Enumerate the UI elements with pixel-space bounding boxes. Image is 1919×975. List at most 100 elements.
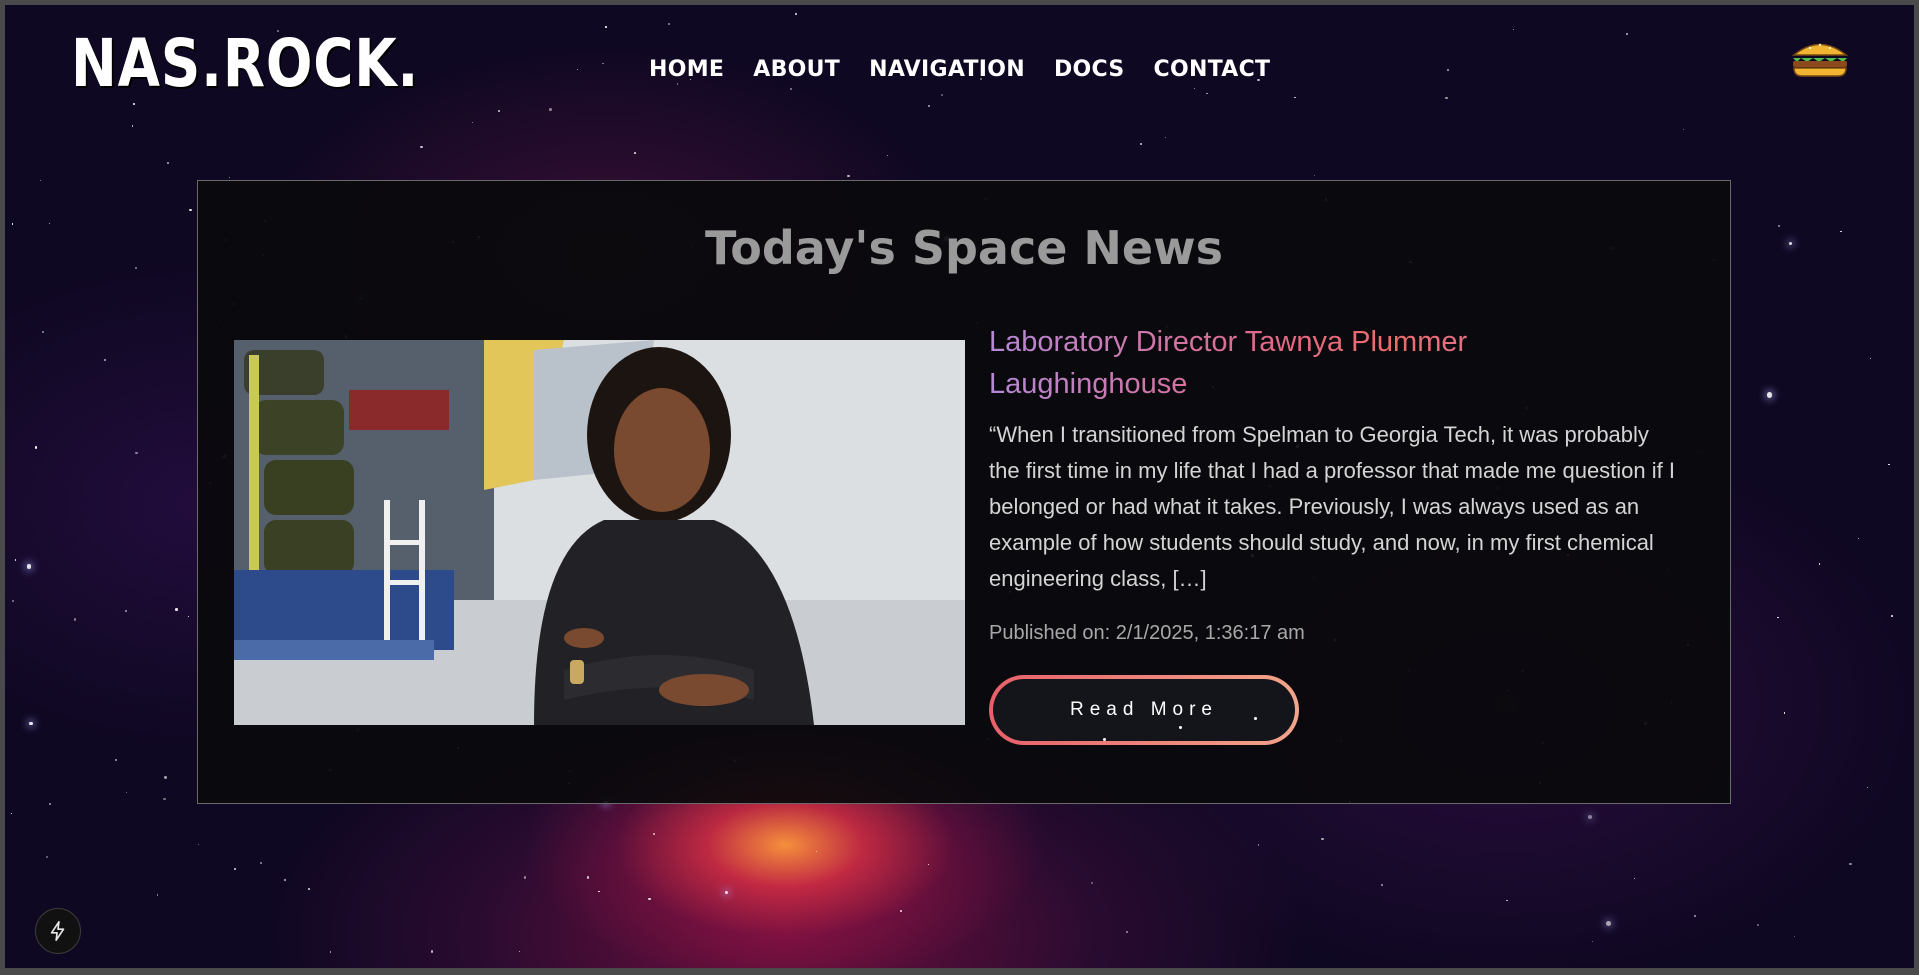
nav-contact[interactable]: CONTACT xyxy=(1154,57,1271,82)
star xyxy=(430,950,433,953)
nav-docs[interactable]: DOCS xyxy=(1054,57,1125,82)
star xyxy=(1257,844,1260,846)
star xyxy=(132,103,135,105)
star xyxy=(420,145,423,148)
star xyxy=(124,610,127,613)
star xyxy=(927,104,931,108)
sparkle-dot xyxy=(1103,738,1106,741)
star xyxy=(1445,96,1448,100)
star xyxy=(1381,884,1384,887)
star xyxy=(29,721,33,725)
hamburger-menu-icon[interactable] xyxy=(1790,38,1850,78)
star xyxy=(1694,915,1697,918)
star xyxy=(668,22,671,25)
star xyxy=(847,174,850,178)
star xyxy=(1447,69,1449,71)
star xyxy=(598,890,600,893)
star xyxy=(34,446,38,449)
article-excerpt: “When I transitioned from Spelman to Geo… xyxy=(989,422,1675,591)
star xyxy=(1866,786,1869,789)
star xyxy=(259,862,262,865)
star xyxy=(283,878,286,881)
star xyxy=(131,124,134,127)
star xyxy=(1818,563,1821,565)
star xyxy=(472,122,474,124)
star xyxy=(234,868,236,870)
lightning-bolt-icon[interactable] xyxy=(35,908,81,954)
sparkle-dot xyxy=(1179,726,1182,729)
star xyxy=(1139,142,1143,146)
star xyxy=(163,797,166,801)
star xyxy=(14,559,16,561)
nav-navigation[interactable]: NAVIGATION xyxy=(869,57,1025,82)
star xyxy=(1849,862,1852,865)
site-logo[interactable]: NAS.ROCK. xyxy=(71,25,419,102)
star xyxy=(49,802,51,805)
sparkle-dot xyxy=(1254,717,1257,720)
star xyxy=(229,177,231,179)
main-nav: HOME ABOUT NAVIGATION DOCS CONTACT xyxy=(649,57,1270,82)
star xyxy=(1633,877,1635,879)
star xyxy=(790,87,793,90)
star xyxy=(1888,463,1890,466)
star xyxy=(1294,96,1296,99)
star xyxy=(103,359,106,362)
star xyxy=(1314,174,1316,176)
star xyxy=(1683,129,1685,131)
star xyxy=(45,855,48,858)
nav-about[interactable]: ABOUT xyxy=(753,57,840,82)
article-title[interactable]: Laboratory Director Tawnya Plummer Laugh… xyxy=(989,321,1669,405)
article-image xyxy=(234,340,965,725)
star xyxy=(1777,224,1780,227)
nav-home[interactable]: HOME xyxy=(649,57,724,82)
star xyxy=(1587,814,1593,820)
star xyxy=(794,13,797,15)
star xyxy=(189,208,192,212)
star xyxy=(1206,92,1208,95)
star xyxy=(156,894,159,896)
star xyxy=(10,812,12,815)
star xyxy=(1756,924,1760,927)
star xyxy=(1091,882,1094,885)
star xyxy=(1794,936,1796,938)
star xyxy=(652,832,655,835)
page-background: NAS.ROCK. HOME ABOUT NAVIGATION DOCS CON… xyxy=(5,5,1914,968)
star xyxy=(1777,616,1779,619)
star xyxy=(1766,392,1772,398)
star xyxy=(586,876,589,879)
star xyxy=(1783,711,1786,714)
star xyxy=(12,599,14,602)
star xyxy=(175,608,178,611)
star xyxy=(1193,87,1195,89)
star xyxy=(329,951,332,953)
star xyxy=(1165,137,1167,139)
news-card: Today's Space News Laboratory Director T… xyxy=(197,180,1731,804)
star xyxy=(115,759,117,761)
star xyxy=(604,25,607,28)
star xyxy=(518,951,521,953)
star xyxy=(26,564,32,569)
star xyxy=(73,618,77,621)
star xyxy=(125,792,127,794)
star xyxy=(308,888,310,890)
star xyxy=(1858,537,1860,539)
star xyxy=(899,910,902,912)
star xyxy=(498,110,501,113)
star xyxy=(1321,837,1324,841)
star xyxy=(11,223,14,226)
star xyxy=(164,776,167,779)
star xyxy=(1513,28,1515,30)
read-more-button[interactable]: Read More xyxy=(989,675,1299,745)
star xyxy=(940,94,944,97)
star xyxy=(1890,614,1893,617)
star xyxy=(1869,357,1872,359)
star xyxy=(49,222,51,224)
star xyxy=(1605,920,1611,926)
star xyxy=(187,616,189,618)
star xyxy=(1125,931,1128,934)
read-more-label: Read More xyxy=(1070,699,1218,720)
star xyxy=(1840,230,1842,233)
star xyxy=(815,850,817,853)
star xyxy=(523,876,526,879)
star xyxy=(39,180,41,182)
